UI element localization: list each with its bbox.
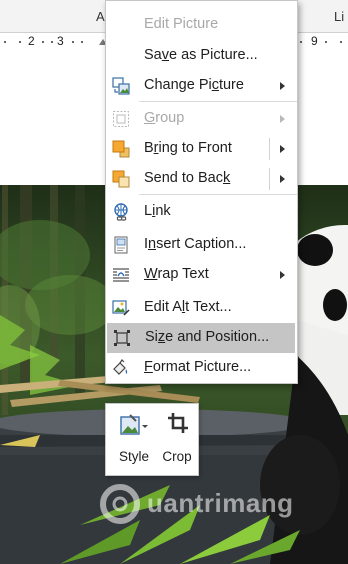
style-button[interactable]: Style <box>110 404 158 475</box>
watermark-text: uantrimang <box>147 488 294 518</box>
watermark-logo-icon <box>100 484 140 524</box>
crop-label: Crop <box>162 449 192 464</box>
menu-item-label: Send to Back <box>144 170 231 186</box>
size-position-icon <box>114 330 130 346</box>
ruler-number: 2 <box>28 34 35 48</box>
wrap-text-icon <box>113 268 129 282</box>
menu-item-label: Group <box>144 110 185 126</box>
submenu-arrow-icon <box>280 115 285 123</box>
watermark: uantrimang <box>95 478 325 534</box>
context-menu: Edit Picture Save as Picture... Change P… <box>105 0 298 384</box>
menu-item-label: Edit Picture <box>144 16 219 32</box>
menu-item-insert-caption[interactable]: Insert Caption... <box>106 230 297 260</box>
style-label: Style <box>118 449 149 464</box>
crop-icon <box>168 413 188 433</box>
menu-item-change-picture[interactable]: Change Picture <box>106 71 297 101</box>
link-icon <box>114 203 128 221</box>
menu-item-label: Link <box>144 203 171 219</box>
menu-item-bring-to-front[interactable]: Bring to Front <box>106 134 297 164</box>
menu-item-link[interactable]: Link <box>106 197 297 227</box>
change-picture-icon <box>112 77 130 95</box>
ribbon-text-fragment: Li <box>334 9 345 24</box>
menu-item-edit-picture[interactable]: Edit Picture <box>106 10 297 40</box>
format-picture-icon <box>113 359 128 375</box>
menu-separator <box>139 194 297 195</box>
menu-item-edit-alt-text[interactable]: Edit Alt Text... <box>106 293 297 323</box>
insert-caption-icon <box>114 236 128 254</box>
menu-item-label: Format Picture... <box>144 359 252 375</box>
menu-item-label: Insert Caption... <box>144 236 247 252</box>
menu-item-label: Wrap Text <box>144 266 209 282</box>
menu-item-group[interactable]: Group <box>106 104 297 134</box>
menu-item-label: Change Picture <box>144 77 244 93</box>
menu-item-label: Bring to Front <box>144 140 232 156</box>
menu-separator <box>139 101 297 102</box>
mini-toolbar: Style Crop <box>105 403 199 476</box>
menu-item-label: Save as Picture... <box>144 47 258 63</box>
menu-item-size-and-position[interactable]: Size and Position... <box>107 323 295 353</box>
menu-item-send-to-back[interactable]: Send to Back <box>106 164 297 194</box>
menu-item-format-picture[interactable]: Format Picture... <box>106 353 297 383</box>
menu-item-wrap-text[interactable]: Wrap Text <box>106 260 297 290</box>
crop-button[interactable]: Crop <box>158 404 196 475</box>
split-divider <box>269 168 270 190</box>
send-to-back-icon <box>112 170 130 188</box>
submenu-arrow-icon <box>280 82 285 90</box>
bring-to-front-icon <box>112 140 130 158</box>
ruler-number: 3 <box>57 34 64 48</box>
ribbon-text-fragment: A <box>96 9 105 24</box>
group-icon <box>113 111 129 127</box>
submenu-arrow-icon <box>280 271 285 279</box>
picture-style-icon <box>120 414 148 435</box>
menu-item-label: Edit Alt Text... <box>144 299 232 315</box>
alt-text-icon <box>112 300 130 316</box>
split-divider <box>269 138 270 160</box>
submenu-arrow-icon[interactable] <box>280 175 285 183</box>
menu-item-label: Size and Position... <box>145 329 270 345</box>
ruler-number: 9 <box>311 34 318 48</box>
menu-item-save-as-picture[interactable]: Save as Picture... <box>106 41 297 71</box>
submenu-arrow-icon[interactable] <box>280 145 285 153</box>
